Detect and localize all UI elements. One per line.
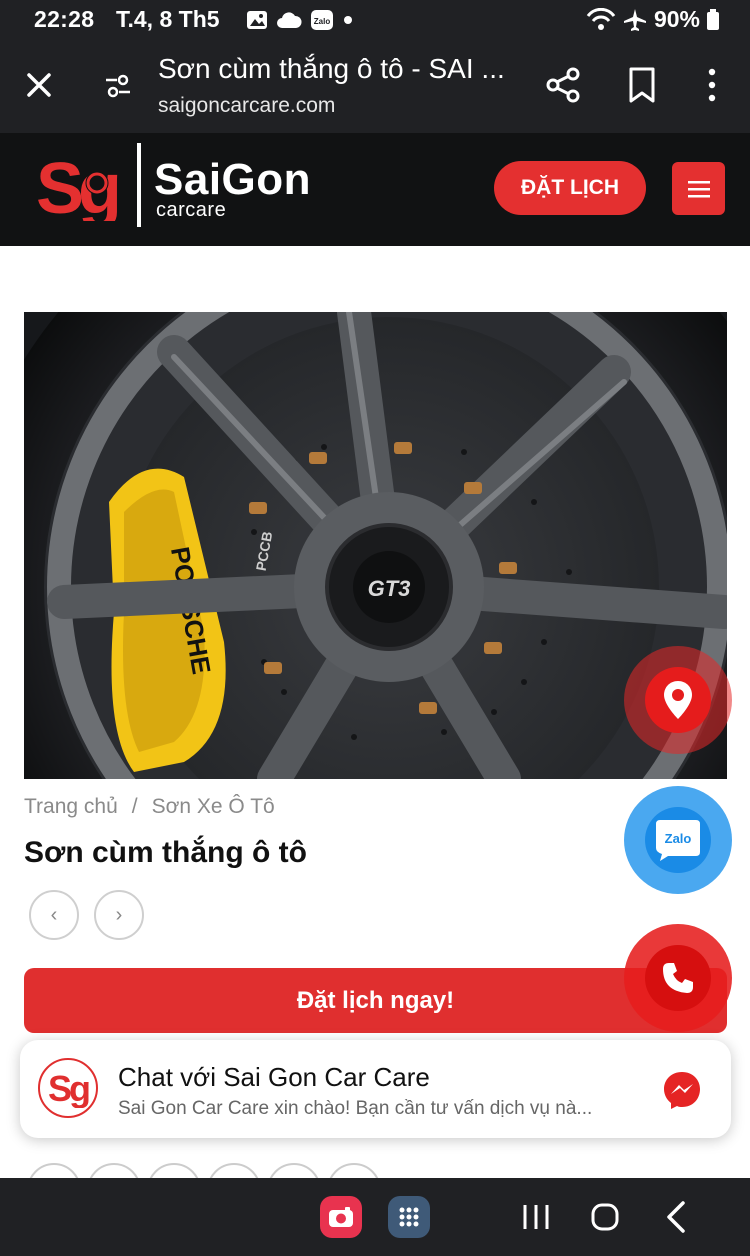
wifi-calling-icon: [586, 7, 616, 30]
close-icon[interactable]: [22, 68, 56, 102]
cloud-icon: [277, 12, 302, 28]
chevron-right-icon: ›: [115, 903, 123, 926]
site-header: Sg SaiGon carcare ĐẶT LỊCH: [0, 133, 750, 246]
browser-toolbar: Sơn cùm thắng ô tô - SAI ... saigoncarca…: [0, 40, 750, 133]
grid-icon: [399, 1207, 419, 1227]
logo-mark[interactable]: Sg: [36, 149, 132, 229]
call-button-inner: [645, 945, 711, 1011]
more-options-icon[interactable]: [702, 66, 722, 104]
chevron-left-icon: ‹: [50, 903, 58, 926]
chat-avatar: Sg: [38, 1058, 98, 1118]
call-button[interactable]: [624, 924, 732, 1032]
book-now-button[interactable]: Đặt lịch ngay!: [24, 968, 727, 1033]
status-time: 22:28: [34, 6, 95, 32]
page-title: Sơn cùm thắng ô tô: [24, 836, 307, 869]
battery-percent: 90%: [653, 6, 700, 32]
recents-icon[interactable]: [520, 1202, 552, 1232]
zalo-icon: Zalo: [656, 820, 700, 861]
svg-text:Zalo: Zalo: [314, 17, 331, 26]
location-pin-icon: [664, 681, 692, 719]
menu-button[interactable]: [672, 162, 725, 215]
breadcrumb-separator: /: [131, 795, 138, 818]
status-date: T.4, 8 Th5: [116, 6, 220, 32]
zalo-label: Zalo: [665, 831, 692, 846]
breadcrumb-home-link[interactable]: Trang chủ: [24, 795, 118, 819]
dot-icon: [344, 16, 352, 24]
zalo-notification-icon: Zalo: [311, 10, 333, 30]
chat-title: Chat với Sai Gon Car Care: [118, 1062, 430, 1092]
prev-post-button[interactable]: ‹: [29, 890, 79, 940]
camera-icon: [329, 1207, 353, 1227]
share-buttons-row: [28, 1162, 388, 1178]
zalo-chat-inner: Zalo: [645, 807, 711, 873]
browser-page-title[interactable]: Sơn cùm thắng ô tô - SAI ...: [158, 53, 518, 85]
messenger-icon[interactable]: [662, 1070, 702, 1110]
share-icon[interactable]: [544, 66, 582, 104]
system-nav-bar: [0, 1178, 750, 1256]
chat-preview-message: Sai Gon Car Care xin chào! Bạn cần tư vấ…: [118, 1098, 593, 1119]
logo-name[interactable]: SaiGon: [154, 155, 311, 205]
map-location-inner: [645, 667, 711, 733]
map-location-button[interactable]: [624, 646, 732, 754]
zalo-chat-button[interactable]: Zalo: [624, 786, 732, 894]
logo-divider: [137, 143, 141, 227]
browser-url[interactable]: saigoncarcare.com: [158, 94, 335, 118]
camera-app-shortcut[interactable]: [320, 1196, 362, 1238]
wheel-illustration: PORSCHE GT3 PCCB: [24, 312, 727, 779]
chat-avatar-text: Sg: [48, 1068, 89, 1108]
book-appointment-button[interactable]: ĐẶT LỊCH: [494, 161, 646, 215]
gallery-icon: [247, 11, 267, 29]
breadcrumb: Trang chủ / Sơn Xe Ô Tô: [24, 795, 275, 819]
hub-badge-text: GT3: [368, 576, 411, 601]
breadcrumb-category-link[interactable]: Sơn Xe Ô Tô: [152, 795, 275, 819]
notification-icons: Zalo: [246, 9, 354, 31]
hero-image: PORSCHE GT3 PCCB: [24, 312, 727, 779]
phone-icon: [663, 963, 693, 993]
site-settings-icon[interactable]: [102, 70, 134, 102]
status-right: 90%: [586, 6, 720, 33]
home-icon[interactable]: [590, 1202, 620, 1232]
logo-subtitle: carcare: [156, 199, 227, 221]
airplane-icon: [623, 8, 646, 31]
next-post-button[interactable]: ›: [94, 890, 144, 940]
status-bar: 22:28 T.4, 8 Th5 Zalo 90%: [0, 0, 750, 40]
apps-drawer-shortcut[interactable]: [388, 1196, 430, 1238]
back-icon[interactable]: [664, 1200, 688, 1234]
chat-widget[interactable]: Sg Chat với Sai Gon Car Care Sai Gon Car…: [20, 1040, 731, 1138]
bookmark-icon[interactable]: [624, 66, 660, 104]
hamburger-icon: [687, 180, 710, 197]
battery-icon: [707, 8, 719, 30]
